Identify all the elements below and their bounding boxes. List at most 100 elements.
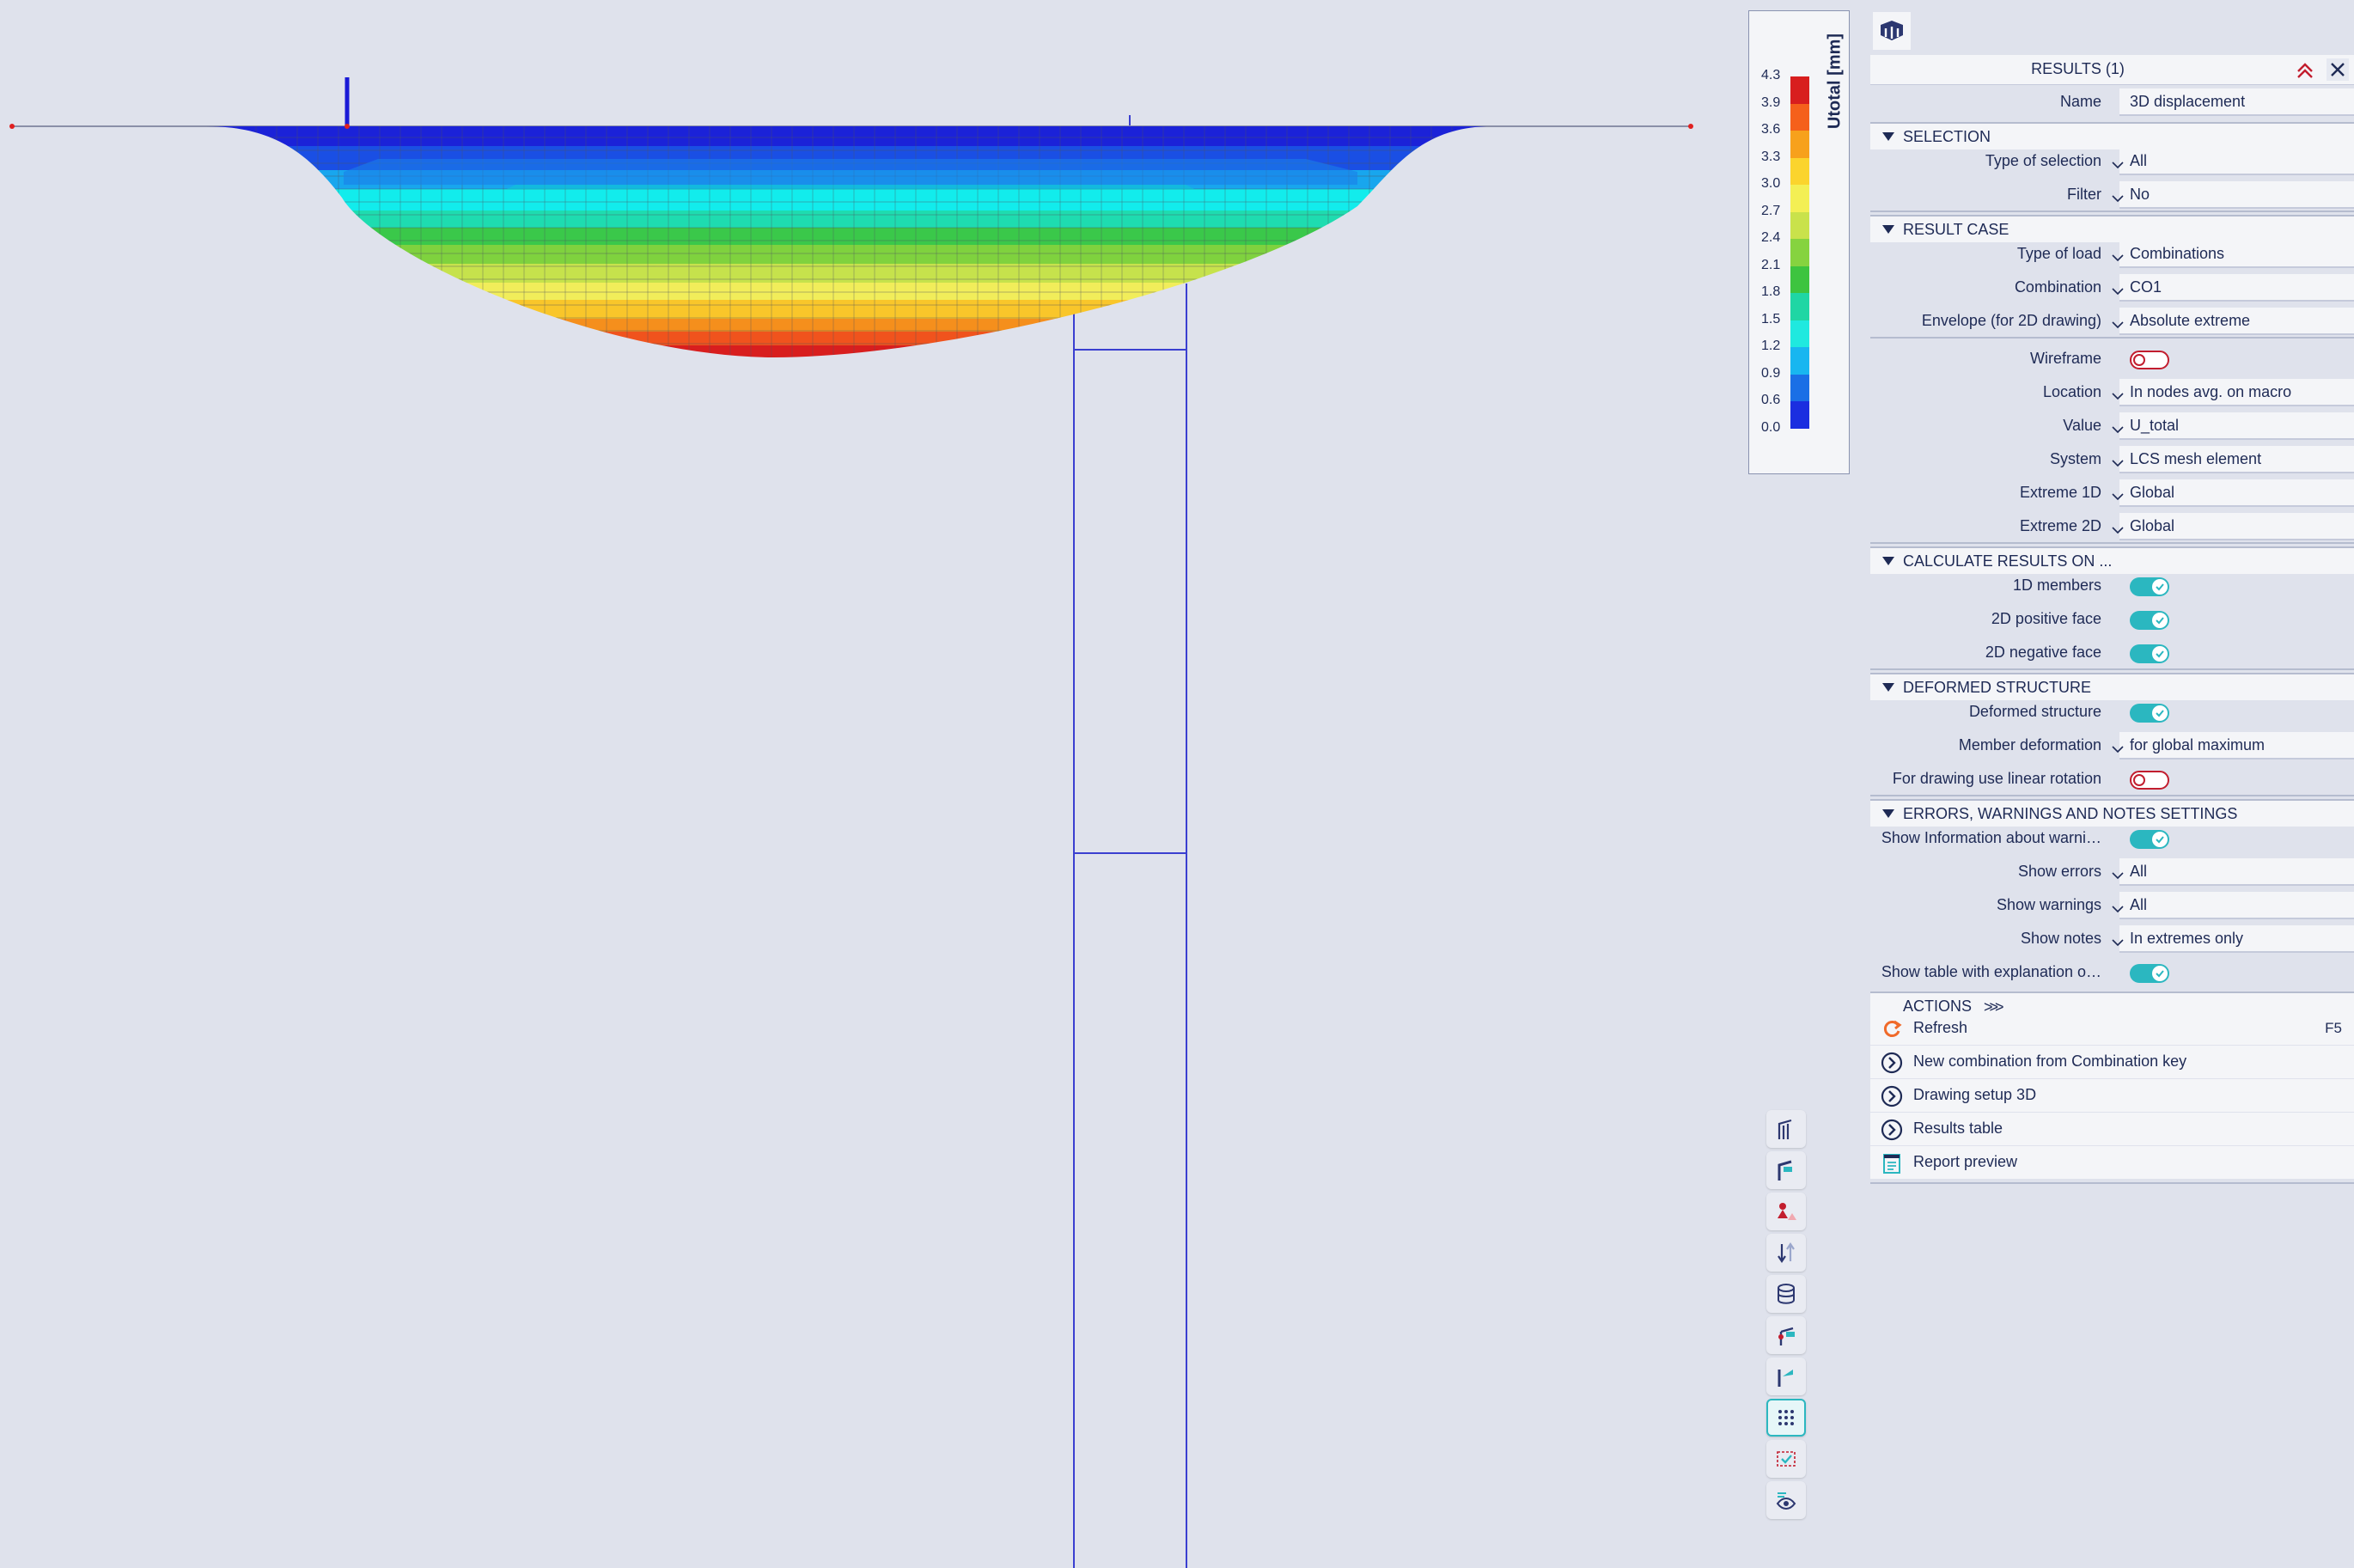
legend-value: 1.2 bbox=[1761, 339, 1781, 353]
row-show-warnings: Show warnings All bbox=[1870, 890, 2354, 921]
load-arrows-icon[interactable] bbox=[1766, 1234, 1806, 1272]
row-neg-face: 2D negative face bbox=[1870, 638, 2354, 670]
neg-face-toggle[interactable] bbox=[2130, 644, 2169, 663]
row-show-table: Show table with explanation o… bbox=[1870, 957, 2354, 988]
legend-swatch bbox=[1790, 211, 1809, 240]
action-refresh[interactable]: Refresh F5 bbox=[1870, 1012, 2354, 1045]
action-label: New combination from Combination key bbox=[1913, 1052, 2187, 1070]
structure-icon[interactable] bbox=[1766, 1110, 1806, 1148]
row-extreme1d: Extreme 1D Global bbox=[1870, 478, 2354, 509]
legend-value: 2.4 bbox=[1761, 230, 1781, 245]
legend-swatch bbox=[1790, 265, 1809, 294]
show-warnings-select[interactable]: All bbox=[2112, 892, 2354, 919]
shortcut-key: F5 bbox=[2325, 1020, 2342, 1036]
action-report-preview[interactable]: Report preview bbox=[1870, 1146, 2354, 1179]
legend-value: 1.8 bbox=[1761, 284, 1781, 299]
location-select[interactable]: In nodes avg. on macro bbox=[2112, 379, 2354, 406]
legend-value: 1.5 bbox=[1761, 311, 1781, 326]
library-icon[interactable] bbox=[1766, 1275, 1806, 1313]
legend-value: 4.3 bbox=[1761, 68, 1781, 82]
section-title: SELECTION bbox=[1903, 128, 1991, 145]
legend-value: 3.9 bbox=[1761, 95, 1781, 110]
select-value: Absolute extreme bbox=[2130, 312, 2251, 329]
load-icon[interactable] bbox=[1766, 1193, 1806, 1230]
show-info-label: Show Information about warni… bbox=[1881, 829, 2101, 846]
panel-title: RESULTS (1) bbox=[2031, 60, 2125, 77]
combination-select[interactable]: CO1 bbox=[2112, 274, 2354, 302]
show-info-toggle[interactable] bbox=[2130, 830, 2169, 849]
action-label: Refresh bbox=[1913, 1019, 1968, 1036]
legend-swatch bbox=[1790, 374, 1809, 402]
show-notes-select[interactable]: In extremes only bbox=[2112, 925, 2354, 953]
view-icon[interactable] bbox=[1766, 1481, 1806, 1519]
collapse-triangle-icon[interactable] bbox=[1882, 683, 1894, 692]
legend-swatch bbox=[1790, 293, 1809, 320]
pos-face-toggle[interactable] bbox=[2130, 611, 2169, 630]
legend-swatch bbox=[1790, 401, 1809, 429]
wireframe-toggle[interactable] bbox=[2130, 351, 2169, 369]
select-value: Global bbox=[2130, 517, 2175, 534]
select-value: U_total bbox=[2130, 417, 2180, 434]
members1d-label: 1D members bbox=[2012, 577, 2101, 594]
wireframe-label: Wireframe bbox=[2029, 350, 2101, 367]
show-table-toggle[interactable] bbox=[2130, 964, 2169, 983]
mesh-grid-icon[interactable] bbox=[1766, 1399, 1806, 1437]
collapse-triangle-icon[interactable] bbox=[1882, 809, 1894, 818]
close-icon[interactable] bbox=[2327, 58, 2349, 81]
row-combination: Combination CO1 bbox=[1870, 272, 2354, 303]
legend-value: 0.0 bbox=[1761, 419, 1781, 435]
selection-icon[interactable] bbox=[1766, 1440, 1806, 1478]
member-results-icon[interactable] bbox=[1766, 1358, 1806, 1395]
action-drawing-setup-3d[interactable]: Drawing setup 3D bbox=[1870, 1079, 2354, 1112]
select-value: for global maximum bbox=[2130, 736, 2266, 753]
structure-color-icon[interactable] bbox=[1766, 1151, 1806, 1189]
collapse-up-icon[interactable] bbox=[2294, 59, 2316, 82]
value-select[interactable]: U_total bbox=[2112, 412, 2354, 440]
type-of-selection-select[interactable]: All bbox=[2112, 148, 2354, 175]
type-of-load-label: Type of load bbox=[2016, 245, 2101, 262]
legend-swatch bbox=[1790, 320, 1809, 348]
select-value: Combinations bbox=[2130, 245, 2225, 262]
select-value: In nodes avg. on macro bbox=[2130, 383, 2292, 400]
envelope-select[interactable]: Absolute extreme bbox=[2112, 308, 2354, 335]
select-value: All bbox=[2130, 863, 2148, 880]
filter-select[interactable]: No bbox=[2112, 181, 2354, 209]
select-value: All bbox=[2130, 896, 2148, 913]
collapse-triangle-icon[interactable] bbox=[1882, 557, 1894, 565]
select-value: In extremes only bbox=[2130, 930, 2244, 947]
show-errors-select[interactable]: All bbox=[2112, 858, 2354, 886]
type-of-load-select[interactable]: Combinations bbox=[2112, 241, 2354, 268]
section-title: CALCULATE RESULTS ON ... bbox=[1903, 552, 2113, 570]
show-notes-label: Show notes bbox=[2020, 930, 2101, 947]
color-legend: Utotal [mm] 4.3 3.9 3.6 3.3 3.0 2.7 2.4 2.1 1.8 1… bbox=[1748, 10, 1850, 474]
legend-value: 3.6 bbox=[1761, 122, 1781, 137]
legend-value: 2.1 bbox=[1761, 257, 1781, 272]
extreme1d-select[interactable]: Global bbox=[2112, 479, 2354, 507]
legend-value: 2.7 bbox=[1761, 203, 1781, 218]
deformed-structure-toggle[interactable] bbox=[2130, 704, 2169, 723]
extreme2d-select[interactable]: Global bbox=[2112, 513, 2354, 540]
members1d-toggle[interactable] bbox=[2130, 577, 2169, 596]
check-icon[interactable] bbox=[1766, 1316, 1806, 1354]
row-system: System LCS mesh element bbox=[1870, 444, 2354, 475]
type-of-selection-label: Type of selection bbox=[1985, 152, 2101, 169]
collapse-triangle-icon[interactable] bbox=[1882, 225, 1894, 234]
vertical-toolbar bbox=[1766, 1110, 1809, 1522]
system-select[interactable]: LCS mesh element bbox=[2112, 446, 2354, 473]
row-member-deformation: Member deformation for global maximum bbox=[1870, 730, 2354, 761]
row-type-of-load: Type of load Combinations bbox=[1870, 239, 2354, 270]
legend-swatch bbox=[1790, 157, 1809, 186]
deformed-slab-drawing bbox=[9, 77, 1693, 1568]
action-new-combination-from-combination-key[interactable]: New combination from Combination key bbox=[1870, 1046, 2354, 1078]
deformed-structure-label: Deformed structure bbox=[1968, 703, 2101, 720]
row-type-of-selection: Type of selection All bbox=[1870, 146, 2354, 177]
section-title: RESULT CASE bbox=[1903, 221, 2009, 238]
action-results-table[interactable]: Results table bbox=[1870, 1113, 2354, 1145]
3d-viewport[interactable] bbox=[0, 0, 1866, 1568]
app-logo-icon[interactable] bbox=[1873, 12, 1911, 50]
collapse-triangle-icon[interactable] bbox=[1882, 132, 1894, 141]
name-field[interactable]: 3D displacement bbox=[2119, 88, 2354, 116]
linear-rotation-toggle[interactable] bbox=[2130, 771, 2169, 790]
extreme2d-label: Extreme 2D bbox=[2019, 517, 2101, 534]
member-deformation-select[interactable]: for global maximum bbox=[2112, 732, 2354, 760]
